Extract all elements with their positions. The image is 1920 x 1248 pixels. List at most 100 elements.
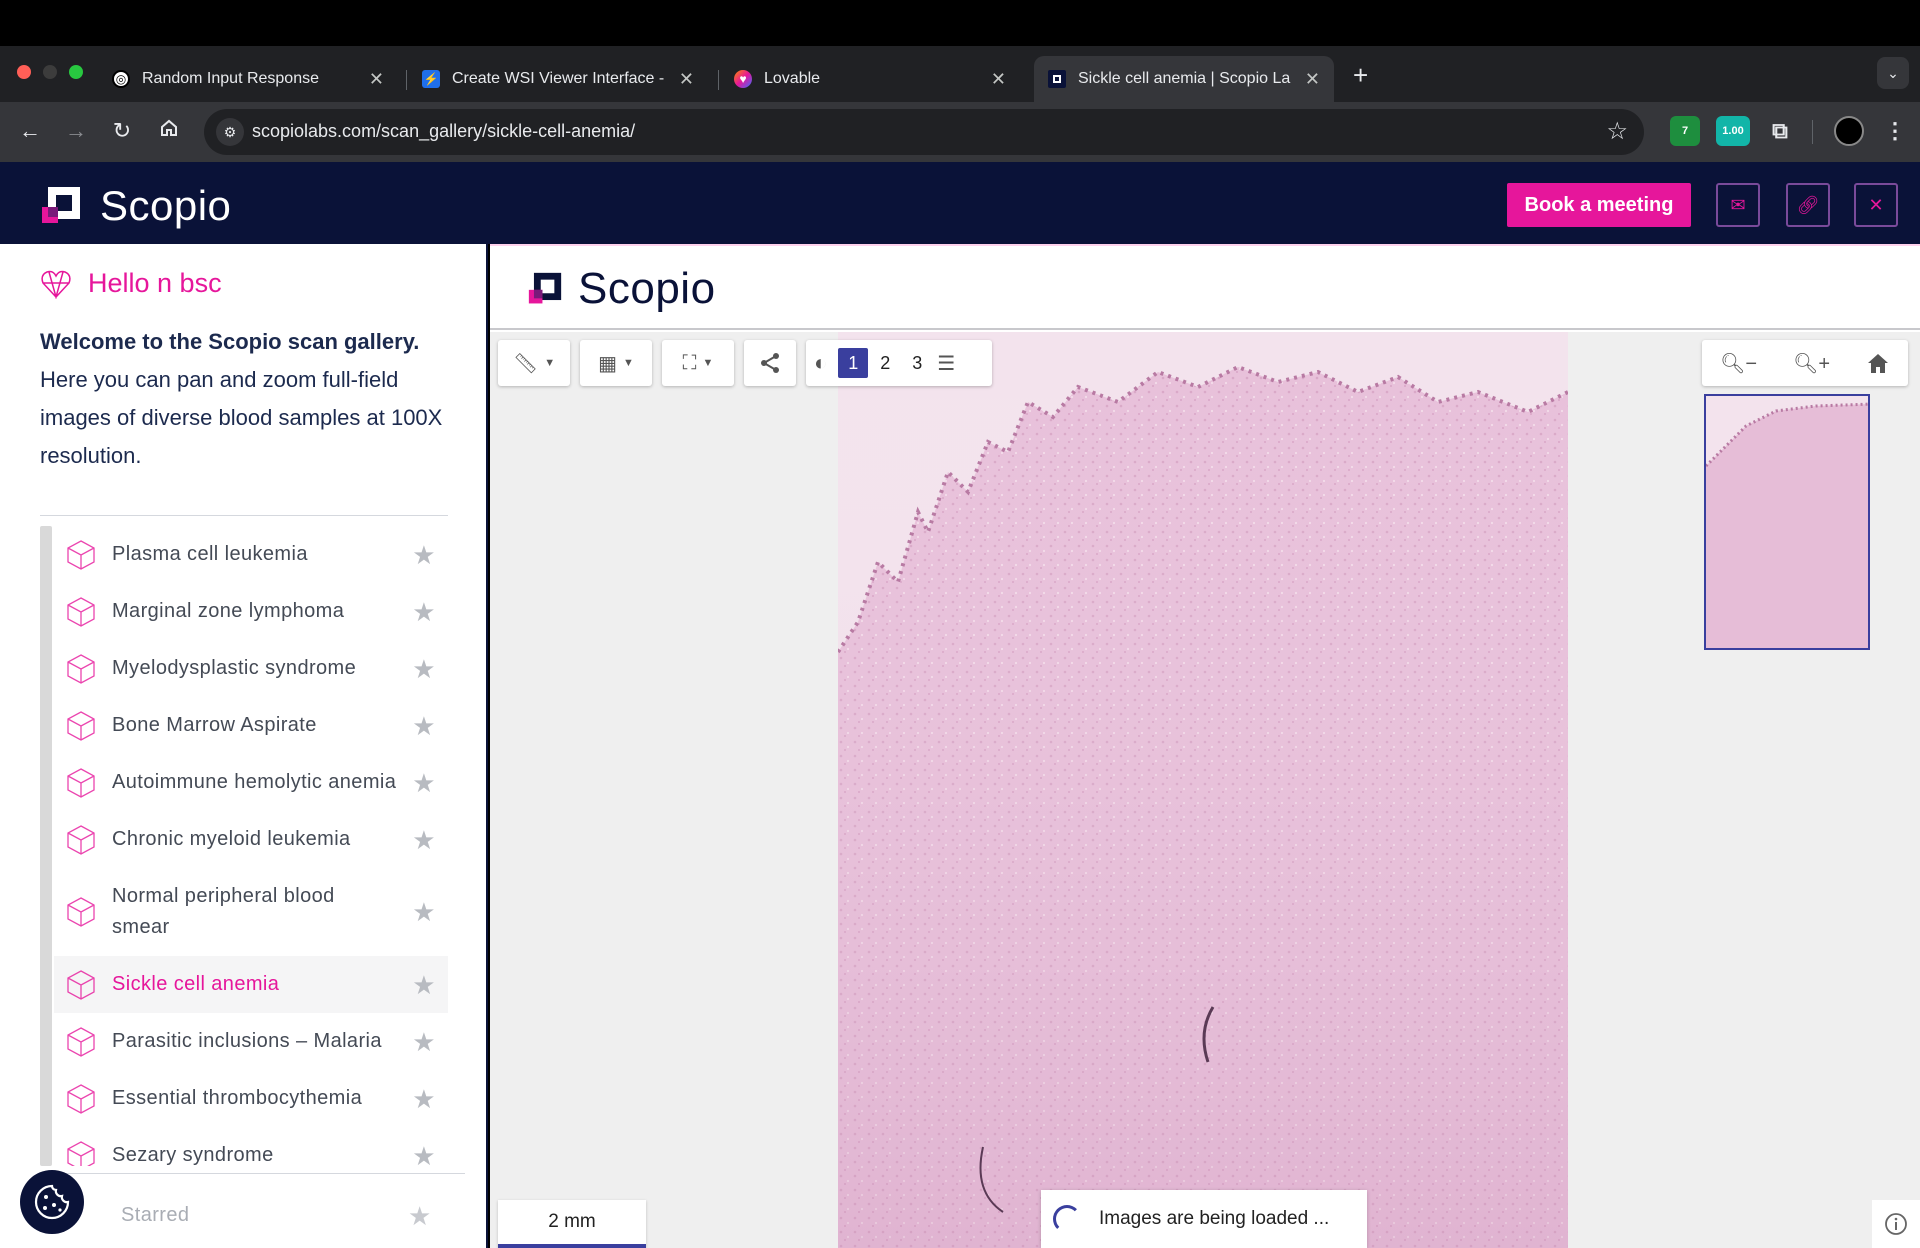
layer-button-3[interactable]: 3: [902, 348, 932, 378]
minimize-window-button[interactable]: [43, 65, 57, 79]
close-window-button[interactable]: [17, 65, 31, 79]
focus-layer-controls: ◐ 1 2 3 ☰: [806, 340, 992, 386]
scan-list-item[interactable]: Chronic myeloid leukemia ★: [54, 811, 448, 868]
maximize-window-button[interactable]: [69, 65, 83, 79]
sidebar-divider: [40, 515, 448, 516]
zoom-region-button[interactable]: ⛶ ▼: [662, 340, 734, 386]
star-icon[interactable]: ★: [412, 712, 436, 740]
star-icon[interactable]: ★: [412, 769, 436, 797]
chevron-down-icon: ⌄: [1887, 64, 1899, 81]
scopio-icon: [1048, 70, 1066, 88]
reload-button[interactable]: ↻: [108, 118, 136, 144]
sidebar-scrollbar[interactable]: [40, 526, 52, 1166]
book-meeting-button[interactable]: Book a meeting: [1507, 183, 1691, 227]
bookmark-star-icon[interactable]: ☆: [1606, 117, 1628, 146]
home-button[interactable]: [155, 118, 183, 144]
back-button[interactable]: ←: [16, 118, 44, 144]
share-button[interactable]: [744, 340, 796, 386]
scan-list-item[interactable]: Sezary syndrome ★: [54, 1127, 448, 1166]
browser-tab-active[interactable]: Sickle cell anemia | Scopio La ✕: [1034, 56, 1334, 102]
viewer-logo-text: Scopio: [578, 264, 716, 313]
browser-tab[interactable]: ⚡ Create WSI Viewer Interface - ✕: [408, 56, 708, 102]
starred-star-icon[interactable]: ★: [408, 1201, 431, 1232]
star-icon[interactable]: ★: [412, 655, 436, 683]
star-icon[interactable]: ★: [412, 1028, 436, 1056]
openai-icon: ◎: [112, 70, 130, 88]
scan-item-label: Sezary syndrome: [112, 1144, 274, 1166]
scan-list-item[interactable]: Myelodysplastic syndrome ★: [54, 640, 448, 697]
address-bar[interactable]: ⚙ scopiolabs.com/scan_gallery/sickle-cel…: [204, 109, 1644, 155]
browser-tab[interactable]: ◎ Random Input Response ✕: [98, 56, 398, 102]
layer-button-1[interactable]: 1: [838, 348, 869, 378]
brightness-icon[interactable]: ◐: [814, 350, 827, 376]
browser-tab[interactable]: ♥ Lovable ✕: [720, 56, 1020, 102]
profile-avatar[interactable]: [1834, 116, 1864, 146]
scan-list-item[interactable]: Autoimmune hemolytic anemia ★: [54, 754, 448, 811]
scopio-logo[interactable]: Scopio: [42, 182, 231, 230]
close-tab-icon[interactable]: ✕: [679, 69, 694, 90]
slide-image[interactable]: [838, 332, 1568, 1248]
scan-list: Plasma cell leukemia ★ Marginal zone lymph…: [54, 526, 448, 1166]
cube-icon: [67, 1026, 95, 1057]
scan-list-item[interactable]: Sickle cell anemia ★: [54, 956, 448, 1013]
cube-icon: [67, 969, 95, 1000]
layer-button-2[interactable]: 2: [870, 348, 900, 378]
new-tab-button[interactable]: +: [1353, 60, 1368, 91]
close-tab-icon[interactable]: ✕: [1305, 69, 1320, 90]
viewer-header: Scopio: [490, 244, 1920, 330]
scan-list-item[interactable]: Essential thrombocythemia ★: [54, 1070, 448, 1127]
shield-extension-icon[interactable]: 7: [1670, 116, 1700, 146]
cube-icon: [67, 539, 95, 570]
site-settings-icon[interactable]: ⚙: [216, 118, 244, 146]
caret-down-icon: ▼: [544, 357, 556, 369]
extension-badge: 1.00: [1722, 125, 1744, 137]
loading-text: Images are being loaded ...: [1099, 1208, 1330, 1229]
cookie-settings-button[interactable]: [20, 1170, 84, 1234]
puzzle-extensions-icon[interactable]: ⧉: [1765, 116, 1795, 146]
adjust-icon[interactable]: ☰: [937, 351, 955, 376]
minimap-thumbnail: [1706, 396, 1868, 648]
close-tab-icon[interactable]: ✕: [369, 69, 384, 90]
starred-filter[interactable]: Starred: [121, 1204, 189, 1227]
close-gallery-button[interactable]: ✕: [1854, 183, 1898, 227]
star-icon[interactable]: ★: [412, 971, 436, 999]
home-icon[interactable]: [1866, 352, 1890, 374]
scan-list-item[interactable]: Marginal zone lymphoma ★: [54, 583, 448, 640]
zoom-region-icon: ⛶: [682, 351, 697, 374]
caret-down-icon: ▼: [702, 357, 714, 369]
info-button[interactable]: [1872, 1200, 1920, 1248]
star-icon[interactable]: ★: [412, 1142, 436, 1167]
scopio-logo-icon: [528, 272, 562, 305]
ruler-icon: 📏︎: [512, 352, 539, 375]
tab-search-button[interactable]: ⌄: [1877, 57, 1909, 89]
scan-item-label: Marginal zone lymphoma: [112, 600, 345, 622]
score-extension-icon[interactable]: 1.00: [1716, 116, 1750, 146]
star-icon[interactable]: ★: [412, 826, 436, 854]
share-icon: [761, 353, 779, 373]
star-icon[interactable]: ★: [412, 598, 436, 626]
scale-label: 2 mm: [548, 1211, 596, 1232]
zoom-in-icon[interactable]: 🔍︎+: [1793, 351, 1830, 376]
forward-button[interactable]: →: [62, 118, 90, 144]
loading-toast: Images are being loaded ...: [1041, 1190, 1367, 1248]
copy-link-button[interactable]: 🔗︎: [1786, 183, 1830, 227]
scan-list-item[interactable]: Parasitic inclusions – Malaria ★: [54, 1013, 448, 1070]
scan-item-label: Normal peripheral blood smear: [112, 885, 335, 938]
star-icon[interactable]: ★: [412, 541, 436, 569]
star-icon[interactable]: ★: [412, 1085, 436, 1113]
navigator-minimap[interactable]: [1704, 394, 1870, 650]
kebab-menu-icon[interactable]: ⋮: [1880, 116, 1910, 146]
scan-list-item[interactable]: Plasma cell leukemia ★: [54, 526, 448, 583]
wsi-viewport[interactable]: 📏︎ ▼ ▦ ▼ ⛶ ▼ ◐ 1 2 3 ☰ 🔍︎− 🔍︎+ 2 mm Imag…: [490, 332, 1920, 1248]
mail-button[interactable]: ✉: [1716, 183, 1760, 227]
grid-tool-button[interactable]: ▦ ▼: [580, 340, 652, 386]
close-tab-icon[interactable]: ✕: [991, 69, 1006, 90]
cube-icon: [67, 1083, 95, 1114]
star-icon[interactable]: ★: [412, 898, 436, 926]
scan-list-item[interactable]: Bone Marrow Aspirate ★: [54, 697, 448, 754]
url-text[interactable]: scopiolabs.com/scan_gallery/sickle-cell-…: [252, 121, 635, 142]
zoom-out-icon[interactable]: 🔍︎−: [1720, 351, 1757, 376]
slide-viewer-panel: Scopio 📏︎ ▼ ▦ ▼ ⛶ ▼ ◐ 1 2 3 ☰ 🔍︎− 🔍︎+ 2 …: [490, 244, 1920, 1248]
scan-list-item[interactable]: Normal peripheral blood smear ★: [54, 868, 448, 956]
measure-tool-button[interactable]: 📏︎ ▼: [498, 340, 570, 386]
